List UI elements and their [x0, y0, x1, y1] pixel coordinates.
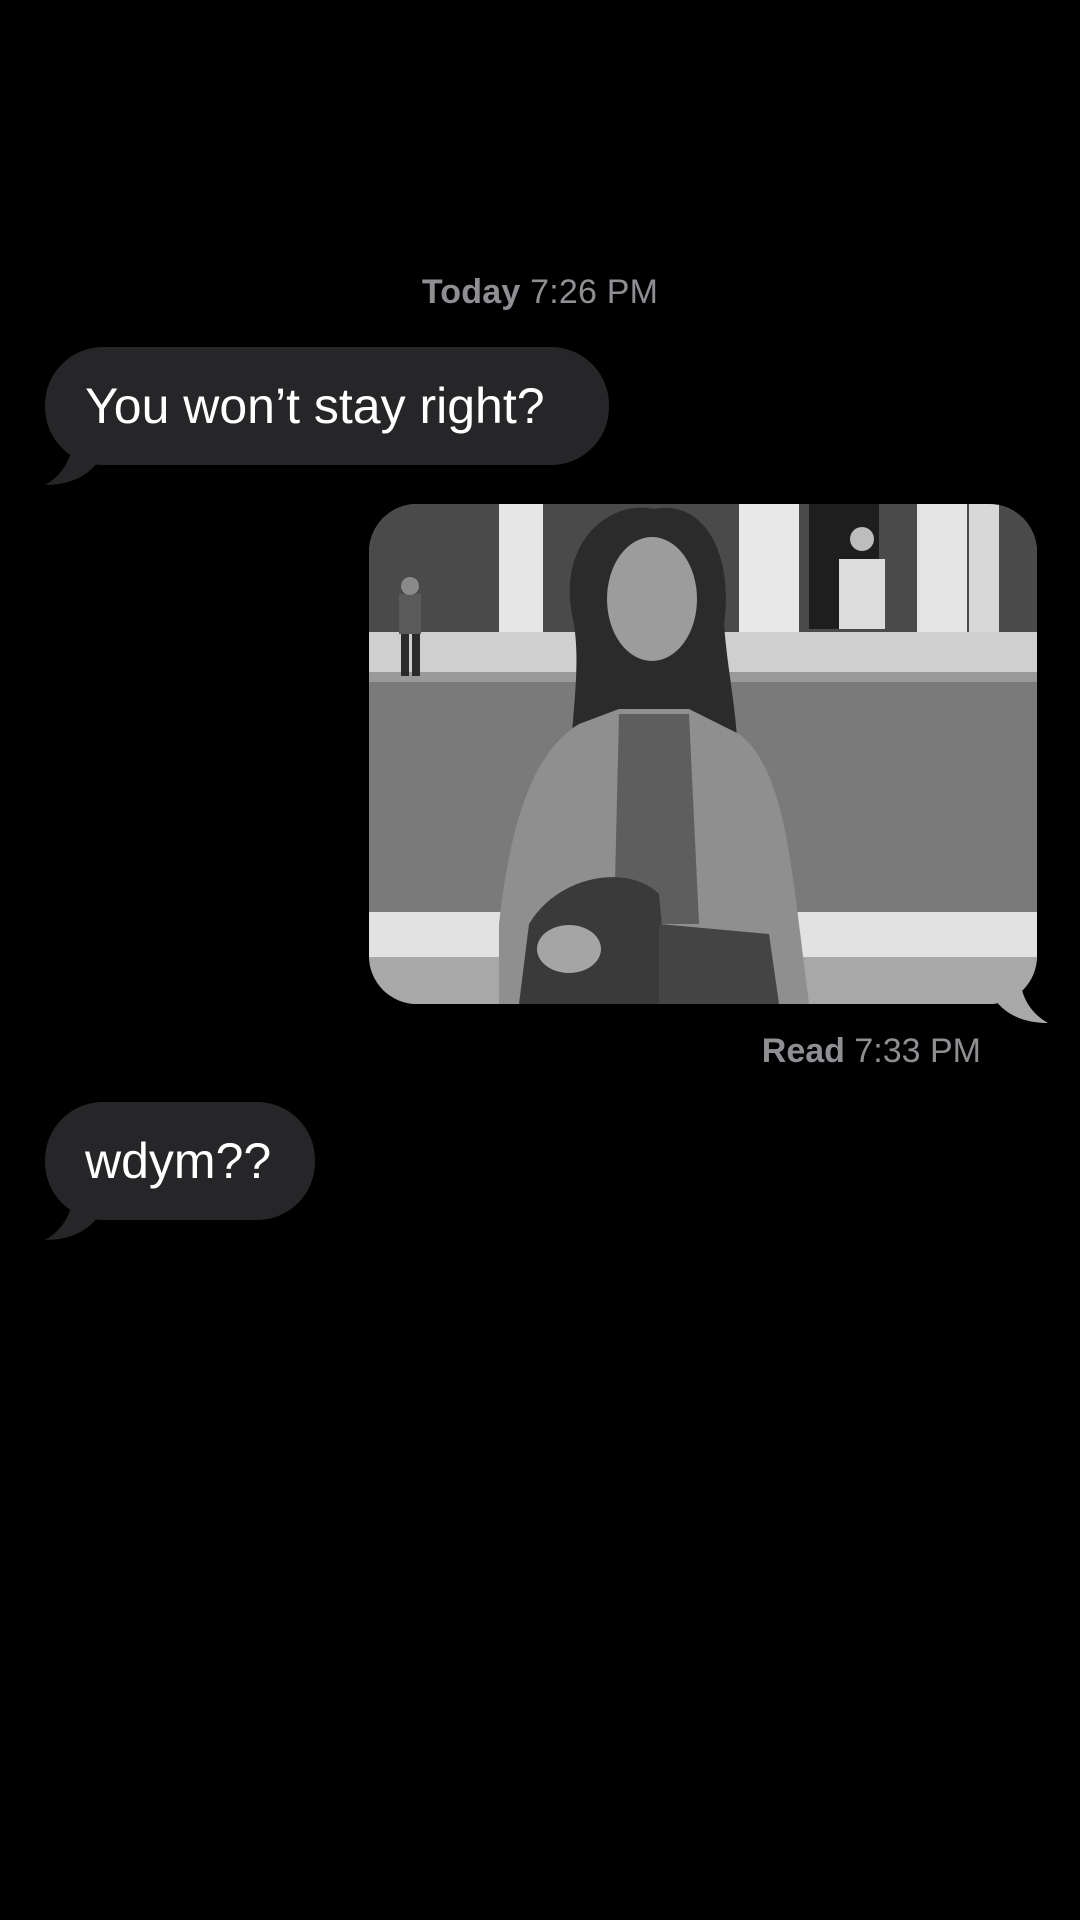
message-text: You won’t stay right?: [85, 378, 545, 434]
timestamp-time: 7:26 PM: [530, 273, 659, 311]
bubble-tail-icon: [992, 975, 1048, 1023]
bubble-tail-icon: [45, 437, 101, 485]
incoming-message-bubble[interactable]: wdym??: [45, 1102, 315, 1240]
read-time: 7:33 PM: [854, 1032, 981, 1070]
read-label: Read: [761, 1032, 845, 1070]
outgoing-photo-message[interactable]: [369, 504, 1037, 1004]
timestamp-day: Today: [421, 273, 521, 311]
message-text: wdym??: [85, 1133, 272, 1189]
incoming-message-bubble[interactable]: You won’t stay right?: [45, 347, 609, 485]
thread-timestamp: Today 7:26 PM: [0, 273, 1080, 312]
read-receipt: Read 7:33 PM: [762, 1032, 981, 1071]
photo-image: [369, 504, 1037, 1004]
bubble-tail-icon: [45, 1192, 101, 1240]
